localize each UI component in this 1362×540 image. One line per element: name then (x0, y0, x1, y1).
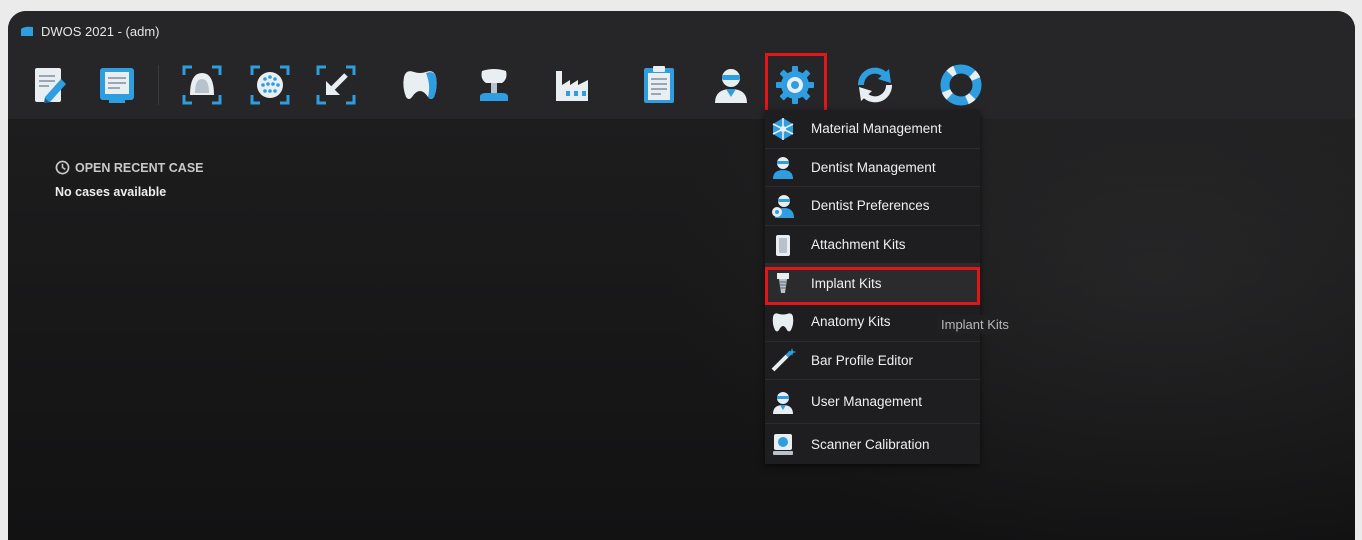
menu-item-label: Bar Profile Editor (811, 352, 914, 368)
sync-button[interactable] (850, 59, 900, 111)
menu-item-label: Scanner Calibration (811, 436, 930, 452)
menu-item-label: Dentist Management (811, 159, 936, 175)
scan-model-button[interactable] (177, 59, 227, 111)
implant-tooth-icon (480, 69, 508, 101)
tooltip: Implant Kits (937, 315, 1013, 334)
tooth-icon (403, 71, 437, 99)
no-cases-text: No cases available (55, 185, 167, 199)
dentist-icon (773, 157, 793, 180)
scan-arch-icon (182, 65, 222, 105)
sync-arrows-icon (858, 67, 892, 103)
new-order-button[interactable] (24, 59, 74, 111)
toolbar-separator (158, 65, 159, 105)
attachment-kit-icon (776, 234, 790, 256)
app-window: DWOS 2021 - (adm) OPEN RECENT CASE No ca… (8, 11, 1355, 540)
import-button[interactable] (311, 59, 361, 111)
clipboard-icon (644, 66, 674, 103)
scan-dots-icon (250, 65, 290, 105)
menu-item-attachment-kits[interactable]: Attachment Kits (765, 226, 980, 265)
molecule-icon (772, 117, 794, 140)
title-bar: DWOS 2021 - (adm) (8, 11, 1355, 53)
dentist-button[interactable] (706, 59, 756, 111)
menu-item-label: Material Management (811, 121, 942, 137)
menu-item-bar-profile-editor[interactable]: Bar Profile Editor (765, 342, 980, 381)
help-button[interactable] (936, 59, 986, 111)
settings-highlight-box (765, 53, 827, 115)
menu-item-label: Attachment Kits (811, 237, 906, 253)
menu-item-label: Dentist Preferences (811, 198, 930, 214)
main-toolbar (8, 53, 1355, 119)
recent-cases-title: OPEN RECENT CASE (75, 160, 204, 175)
tooth-icon (772, 313, 794, 332)
dentist-gear-icon (772, 194, 794, 218)
recent-cases-header[interactable]: OPEN RECENT CASE (55, 160, 204, 175)
monitor-document-icon (100, 68, 134, 103)
scan-impression-button[interactable] (245, 59, 295, 111)
app-logo-icon (21, 26, 33, 36)
wand-icon (771, 348, 796, 372)
menu-item-user-management[interactable]: User Management (765, 380, 980, 425)
window-title: DWOS 2021 - (adm) (41, 24, 160, 39)
lifebuoy-icon (940, 64, 982, 106)
scanner-icon (773, 434, 793, 456)
menu-item-dentist-management[interactable]: Dentist Management (765, 149, 980, 188)
implant-button[interactable] (469, 59, 519, 111)
menu-item-dentist-preferences[interactable]: Dentist Preferences (765, 187, 980, 226)
production-button[interactable] (547, 59, 597, 111)
reports-button[interactable] (634, 59, 684, 111)
main-content: OPEN RECENT CASE No cases available (8, 119, 1355, 540)
design-button[interactable] (395, 59, 445, 111)
clock-icon (55, 160, 70, 175)
menu-item-scanner-calibration[interactable]: Scanner Calibration (765, 424, 980, 464)
import-arrow-icon (316, 65, 356, 105)
menu-item-label: User Management (811, 394, 923, 410)
dentist-icon (715, 69, 747, 103)
edit-document-icon (35, 68, 66, 103)
menu-item-label: Anatomy Kits (811, 314, 891, 330)
user-icon (773, 391, 793, 414)
menu-item-material-management[interactable]: Material Management (765, 110, 980, 149)
open-order-button[interactable] (92, 59, 142, 111)
factory-icon (556, 71, 588, 101)
implant-kits-highlight-box (765, 267, 980, 305)
